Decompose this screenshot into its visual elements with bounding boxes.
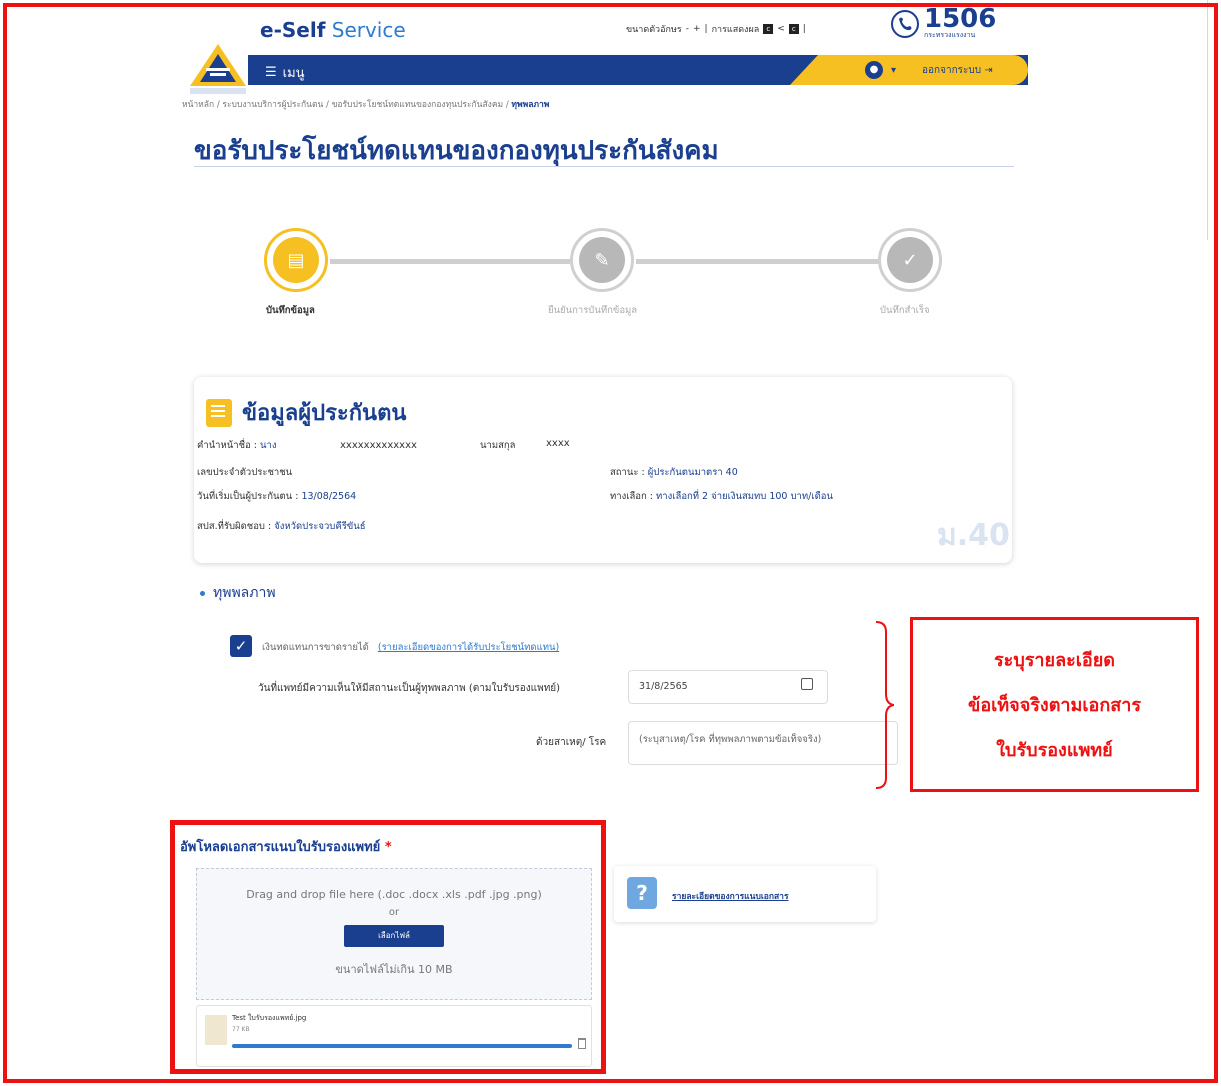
font-size-label: ขนาดตัวอักษร [626, 25, 682, 35]
trash-icon[interactable] [578, 1038, 586, 1049]
status-row: สถานะ : ผู้ประกันตนมาตรา 40 [610, 465, 738, 480]
card-title-text: ข้อมูลผู้ประกันตน [242, 401, 407, 426]
step-3-label: บันทึกสำเร็จ [880, 305, 930, 316]
dropzone-text: Drag and drop file here (.doc .docx .xls… [246, 888, 542, 901]
section-40-badge: ม.40 [937, 518, 1010, 553]
doctor-date-label: วันที่แพทย์มีความเห็นให้มีสถานะเป็นผู้ทุ… [258, 683, 561, 694]
start-date-row: วันที่เริ่มเป็นผู้ประกันตน : 13/08/2564 [197, 489, 356, 504]
upload-title: อัพโหลดเอกสารแนบใบรับรองแพทย์ * [180, 836, 392, 857]
file-thumbnail-icon [205, 1015, 227, 1045]
choose-file-button[interactable]: เลือกไฟล์ [344, 925, 444, 947]
menu-label: เมนู [282, 66, 305, 81]
display-label: การแสดงผล [711, 25, 760, 35]
breadcrumb-current: ทุพพลภาพ [511, 100, 550, 110]
cause-placeholder: (ระบุสาเหตุ/โรค ที่ทุพพลภาพตามข้อเท็จจริ… [639, 734, 822, 745]
last-name-value: xxxx [546, 438, 570, 449]
step-1-label: บันทึกข้อมูล [266, 305, 315, 316]
avatar-icon[interactable]: ● [865, 61, 883, 79]
calendar-icon[interactable] [801, 678, 813, 690]
upload-progress-fill [232, 1044, 572, 1048]
logout-button[interactable]: ออกจากระบบ ⇥ [922, 63, 993, 78]
edit-document-icon: ✎ [594, 249, 610, 271]
brand-bold: e-Self [260, 18, 326, 42]
scrollbar-track[interactable] [1207, 0, 1208, 240]
option-value: ทางเลือกที่ 2 จ่ายเงินสมทบ 100 บาท/เดือน [656, 491, 833, 502]
breadcrumb: หน้าหลัก / ระบบงานบริการผู้ประกันตน / ขอ… [182, 97, 549, 111]
user-area: ● ▾ ออกจากระบบ ⇥ [865, 61, 993, 79]
brand-title: e-Self Service [260, 18, 406, 42]
step-1-circle: ▤ [264, 228, 328, 292]
hotline-number: 1506 [924, 4, 997, 34]
step-3-circle: ✓ [878, 228, 942, 292]
office-value: จังหวัดประจวบคีรีขันธ์ [274, 521, 366, 532]
document-icon: ▤ [287, 249, 305, 271]
option-label: ทางเลือก : [610, 491, 657, 502]
step-2-label: ยืนยันการบันทึกข้อมูล [548, 305, 638, 316]
section-heading: ทุพพลภาพ [200, 582, 276, 604]
hotline[interactable]: 1506 กระทรวงแรงงาน [890, 6, 996, 41]
bullet-icon [200, 590, 205, 596]
chevron-down-icon[interactable]: ▾ [891, 65, 896, 76]
doctor-date-input[interactable]: 31/8/2565 [628, 670, 828, 704]
brand-light: Service [325, 18, 406, 42]
callout-line-2: ข้อเท็จจริงตามเอกสาร [968, 695, 1141, 716]
menu-button[interactable]: ☰ เมนู [265, 62, 305, 83]
last-name-label: นามสกุล [480, 440, 516, 451]
sso-logo[interactable] [188, 42, 248, 98]
benefit-details-link[interactable]: (รายละเอียดของการได้รับประโยชน์ทดแทน) [378, 642, 559, 653]
office-label: สปส.ที่รับผิดชอบ : [197, 521, 275, 532]
annotation-brace [875, 621, 894, 789]
callout-line-3: ใบรับรองแพทย์ [996, 740, 1113, 761]
phone-icon [891, 9, 919, 38]
document-check-icon: ✓ [902, 249, 918, 271]
upload-progress-bar [232, 1044, 572, 1048]
profile-document-icon [206, 398, 232, 427]
status-value: ผู้ประกันตนมาตรา 40 [647, 467, 738, 478]
insured-card-title: ข้อมูลผู้ประกันตน [206, 395, 406, 430]
file-name: Test ใบรับรองแพทย์.jpg [232, 1014, 307, 1022]
cause-label: ด้วยสาเหตุ/ โรค [536, 737, 607, 748]
upload-title-text: อัพโหลดเอกสารแนบใบรับรองแพทย์ [180, 840, 381, 855]
annotation-callout: ระบุรายละเอียด ข้อเท็จจริงตามเอกสาร ใบรั… [910, 617, 1199, 792]
prefix-value: นาง [260, 440, 277, 451]
stepper-line-1 [330, 259, 570, 264]
dropzone-or: or [388, 907, 400, 918]
prefix-row: คำนำหน้าชื่อ : นาง [197, 438, 276, 453]
contrast-light-button[interactable]: c [788, 24, 799, 34]
hamburger-icon: ☰ [265, 65, 277, 80]
first-name-value: xxxxxxxxxxxxx [340, 440, 417, 451]
income-compensation-checkbox[interactable]: ✓ [230, 635, 252, 657]
font-minus-button[interactable]: - [686, 24, 689, 34]
start-date-value: 13/08/2564 [301, 491, 357, 502]
logout-icon: ⇥ [984, 64, 993, 76]
required-mark: * [384, 840, 392, 855]
page-title: ขอรับประโยชน์ทดแทนของกองทุนประกันสังคม [194, 136, 719, 166]
accessibility-toolbar: ขนาดตัวอักษร - + | การแสดงผล c < c | [626, 24, 806, 35]
status-label: สถานะ : [610, 467, 648, 478]
callout-line-1: ระบุรายละเอียด [994, 650, 1115, 671]
contrast-dark-button[interactable]: c [763, 24, 774, 34]
section-title: ทุพพลภาพ [213, 585, 276, 601]
max-size-text: ขนาดไฟล์ไม่เกิน 10 MB [335, 963, 453, 976]
id-label: เลขประจำตัวประชาชน [197, 467, 293, 478]
option-row: ทางเลือก : ทางเลือกที่ 2 จ่ายเงินสมทบ 10… [610, 489, 833, 504]
title-divider [194, 166, 1014, 167]
checkbox-row: เงินทดแทนการขาดรายได้ (รายละเอียดของการไ… [262, 640, 559, 655]
font-plus-button[interactable]: + [693, 24, 701, 34]
breadcrumb-path[interactable]: หน้าหลัก / ระบบงานบริการผู้ประกันตน / ขอ… [182, 100, 511, 110]
logout-label: ออกจากระบบ [922, 64, 982, 76]
prefix-label: คำนำหน้าชื่อ : [197, 440, 261, 451]
office-row: สปส.ที่รับผิดชอบ : จังหวัดประจวบคีรีขันธ… [197, 519, 366, 534]
stepper-line-2 [636, 259, 880, 264]
start-date-label: วันที่เริ่มเป็นผู้ประกันตน : [197, 491, 302, 502]
step-2-circle: ✎ [570, 228, 634, 292]
doctor-date-value: 31/8/2565 [639, 681, 688, 692]
question-icon: ? [627, 877, 657, 909]
cause-textarea[interactable]: (ระบุสาเหตุ/โรค ที่ทุพพลภาพตามข้อเท็จจริ… [628, 721, 898, 765]
file-size: 77 KB [232, 1026, 250, 1033]
attachment-help-link[interactable]: รายละเอียดของการแนบเอกสาร [672, 889, 789, 903]
checkbox-label: เงินทดแทนการขาดรายได้ [262, 642, 369, 653]
